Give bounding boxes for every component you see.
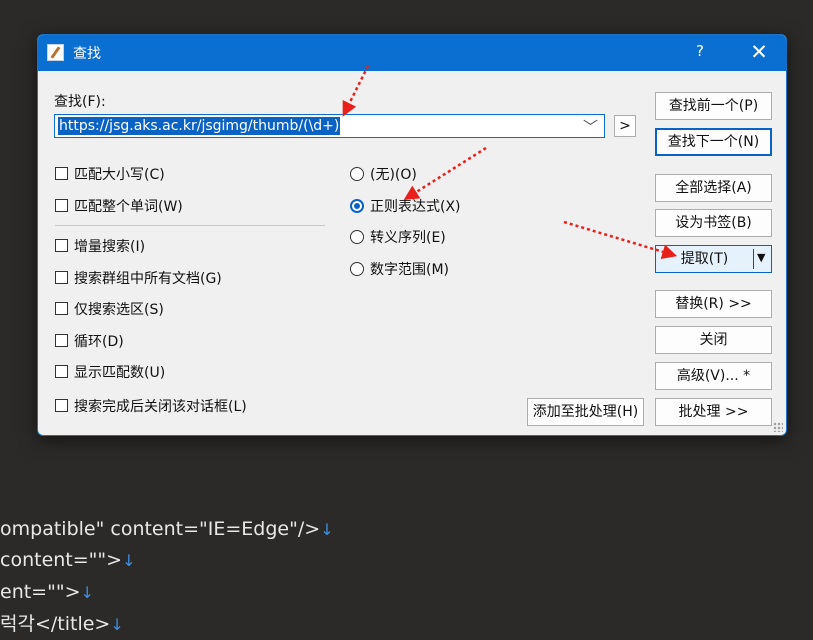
editor-line-2: content="">↓	[0, 545, 135, 575]
editor-line-text: ent="">	[0, 581, 81, 603]
newline-mark: ↓	[122, 551, 136, 570]
batch-button[interactable]: 批处理 >>	[655, 398, 772, 426]
close-button[interactable]: 关闭	[655, 326, 772, 354]
match-case-checkbox[interactable]	[55, 167, 68, 180]
mode-none-label[interactable]: (无)(O)	[370, 164, 417, 184]
chevron-down-icon[interactable]: ﹀	[583, 116, 598, 137]
title-bar[interactable]: 查找 ? ✕	[38, 35, 786, 71]
newline-mark: ↓	[320, 520, 334, 539]
newline-mark: ↓	[80, 583, 94, 602]
wrap-around-checkbox[interactable]	[55, 334, 68, 347]
history-button[interactable]: >	[614, 115, 636, 137]
mode-none-radio[interactable]	[350, 167, 364, 181]
mode-regex-radio[interactable]	[350, 199, 364, 213]
find-input-value: https://jsg.aks.ac.kr/jsgimg/thumb/(\d+)	[58, 117, 341, 135]
find-previous-button[interactable]: 查找前一个(P)	[655, 92, 772, 120]
dialog-title: 查找	[73, 46, 101, 62]
match-case-label[interactable]: 匹配大小写(C)	[74, 164, 165, 184]
extract-split-button[interactable]: 提取(T) ▼	[655, 245, 772, 273]
divider	[55, 225, 325, 226]
editor-line-text: 럭각</title>	[0, 613, 111, 635]
replace-button[interactable]: 替换(R) >>	[655, 290, 772, 318]
show-count-checkbox[interactable]	[55, 365, 68, 378]
add-to-batch-button[interactable]: 添加至批处理(H)	[527, 398, 644, 426]
close-after-search-checkbox[interactable]	[55, 399, 68, 412]
find-dialog: 查找 ? ✕ 查找(F): https://jsg.aks.ac.kr/jsgi…	[37, 34, 787, 436]
editor-line-4: 럭각</title>↓	[0, 609, 124, 639]
editor-line-text: ompatible" content="IE=Edge"/>	[0, 518, 321, 540]
mode-number-range-radio[interactable]	[350, 262, 364, 276]
notepad-icon	[47, 44, 64, 61]
close-icon[interactable]: ✕	[745, 38, 773, 66]
split-divider	[753, 249, 754, 269]
advanced-button[interactable]: 高级(V)... *	[655, 362, 772, 390]
newline-mark: ↓	[110, 615, 124, 634]
find-label: 查找(F):	[54, 94, 106, 110]
whole-word-checkbox[interactable]	[55, 199, 68, 212]
search-group-checkbox[interactable]	[55, 271, 68, 284]
whole-word-label[interactable]: 匹配整个单词(W)	[74, 196, 183, 216]
selection-only-label[interactable]: 仅搜索选区(S)	[74, 299, 164, 319]
incremental-search-checkbox[interactable]	[55, 239, 68, 252]
editor-line-1: ompatible" content="IE=Edge"/>↓	[0, 514, 334, 544]
extract-label[interactable]: 提取(T)	[656, 246, 753, 272]
mode-number-range-label[interactable]: 数字范围(M)	[370, 259, 449, 279]
dropdown-arrow-icon[interactable]: ▼	[757, 245, 765, 271]
close-after-search-label[interactable]: 搜索完成后关闭该对话框(L)	[74, 396, 247, 416]
selection-only-checkbox[interactable]	[55, 302, 68, 315]
mode-escape-radio[interactable]	[350, 230, 364, 244]
find-input[interactable]: https://jsg.aks.ac.kr/jsgimg/thumb/(\d+)…	[54, 114, 605, 138]
help-button[interactable]: ?	[690, 42, 710, 60]
find-next-button[interactable]: 查找下一个(N)	[655, 128, 772, 156]
editor-line-text: content="">	[0, 549, 123, 571]
incremental-search-label[interactable]: 增量搜索(I)	[74, 236, 145, 256]
editor-line-3: ent="">↓	[0, 577, 94, 607]
search-group-label[interactable]: 搜索群组中所有文档(G)	[74, 268, 222, 288]
select-all-button[interactable]: 全部选择(A)	[655, 174, 772, 202]
bookmark-button[interactable]: 设为书签(B)	[655, 209, 772, 237]
resize-grip[interactable]	[773, 422, 783, 432]
show-count-label[interactable]: 显示匹配数(U)	[74, 362, 165, 382]
mode-regex-label[interactable]: 正则表达式(X)	[370, 196, 461, 216]
mode-escape-label[interactable]: 转义序列(E)	[370, 227, 446, 247]
wrap-around-label[interactable]: 循环(D)	[74, 331, 124, 351]
